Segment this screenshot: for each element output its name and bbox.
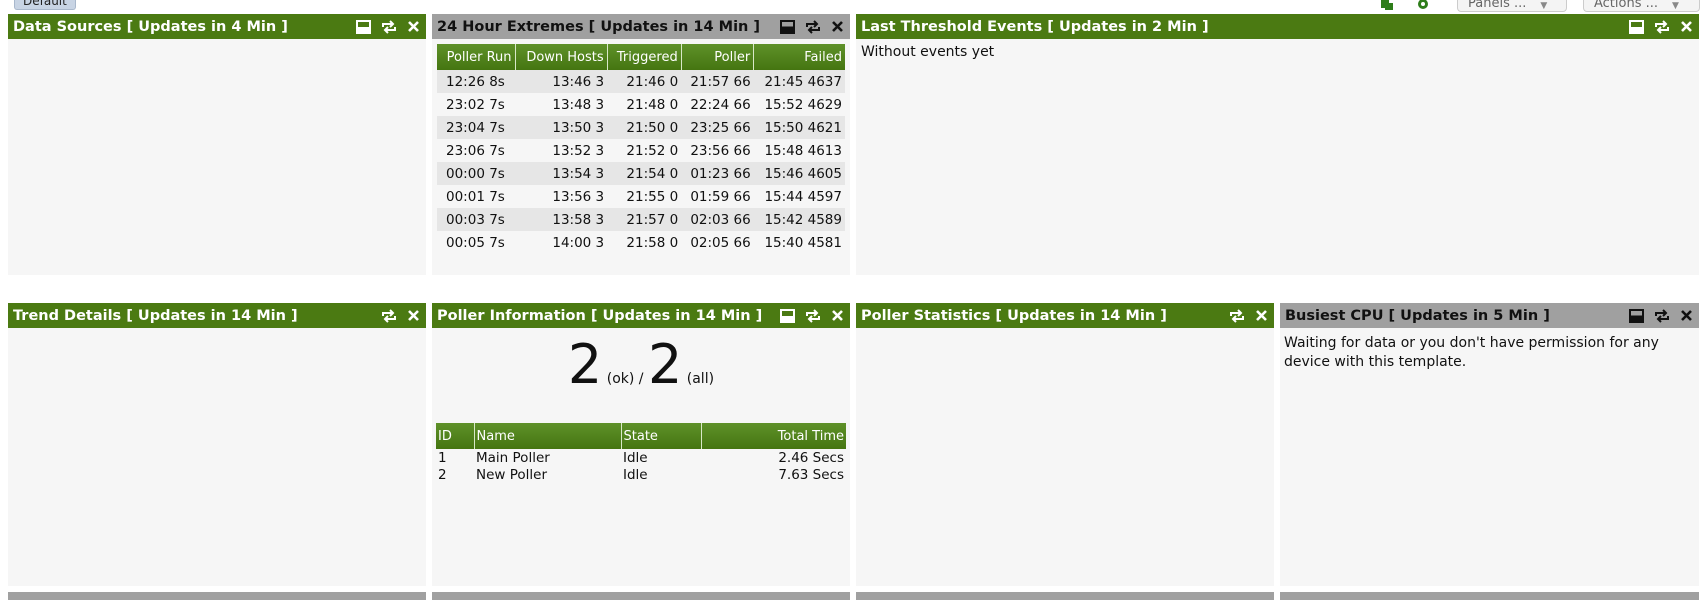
table-row: 12:26 8s 13:46 3 21:46 0 21:57 66 21:45 4637	[437, 70, 845, 93]
refresh-icon[interactable]	[380, 308, 398, 323]
panel-header: 24 Hour Extremes [ Updates in 14 Min ]	[432, 14, 850, 39]
column-header[interactable]: Poller	[681, 44, 755, 70]
panel-header: Poller Statistics [ Updates in 14 Min ]	[856, 303, 1274, 328]
table-row: 2 New Poller Idle 7.63 Secs	[438, 466, 844, 483]
panel-header	[8, 592, 426, 600]
panel-header: Last Threshold Events [ Updates in 2 Min…	[856, 14, 1699, 39]
panel-busiest-cpu: Busiest CPU [ Updates in 5 Min ] Waiting…	[1280, 303, 1699, 586]
panel-row3-4	[1280, 592, 1699, 600]
panel-last-threshold-events: Last Threshold Events [ Updates in 2 Min…	[856, 14, 1699, 275]
column-header[interactable]: State	[621, 423, 702, 449]
panel-title: Trend Details [ Updates in 14 Min ]	[13, 307, 298, 324]
poller-table: ID Name State Total Time 1 Main Poller Idl…	[436, 423, 846, 483]
table-row: 00:03 7s 13:58 3 21:57 0 02:03 66 15:42 4589	[437, 208, 845, 231]
panel-24-hour-extremes: 24 Hour Extremes [ Updates in 14 Min ] P…	[432, 14, 850, 275]
minimize-icon[interactable]	[356, 19, 371, 34]
close-icon[interactable]	[407, 20, 420, 33]
minimize-icon[interactable]	[1629, 308, 1644, 323]
refresh-icon[interactable]	[1653, 308, 1671, 323]
busiest-cpu-message: Waiting for data or you don't have permi…	[1284, 335, 1659, 370]
actions-select[interactable]: Actions ... ▼	[1583, 0, 1700, 12]
panel-row3-2	[432, 592, 850, 600]
panel-title: Poller Information [ Updates in 14 Min ]	[437, 307, 763, 324]
panel-data-sources: Data Sources [ Updates in 4 Min ]	[8, 14, 426, 275]
column-header[interactable]: Poller Run	[437, 44, 516, 70]
table-row: 23:02 7s 13:48 3 21:48 0 22:24 66 15:52 4629	[446, 96, 842, 113]
refresh-icon[interactable]	[380, 19, 398, 34]
table-row: 23:04 7s 13:50 3 21:50 0 23:25 66 15:50 4621	[437, 116, 845, 139]
column-header[interactable]: Down Hosts	[515, 44, 608, 70]
gear-icon[interactable]	[1415, 0, 1431, 10]
table-row: 23:06 7s 13:52 3 21:52 0 23:56 66 15:48 4613	[446, 142, 842, 159]
close-icon[interactable]	[1680, 20, 1693, 33]
table-row: 00:01 7s 13:56 3 21:55 0 01:59 66 15:44 4597	[446, 188, 842, 205]
threshold-message: Without events yet	[861, 44, 995, 60]
column-header[interactable]: Triggered	[607, 44, 682, 70]
panel-trend-details: Trend Details [ Updates in 14 Min ]	[8, 303, 426, 586]
panel-row3-3	[856, 592, 1274, 600]
panel-row3-1	[8, 592, 426, 600]
panel-header	[856, 592, 1274, 600]
close-icon[interactable]	[1255, 309, 1268, 322]
refresh-icon[interactable]	[804, 308, 822, 323]
panel-title: Poller Statistics [ Updates in 14 Min ]	[861, 307, 1167, 324]
panel-header	[432, 592, 850, 600]
all-count: 2	[647, 333, 683, 396]
column-header[interactable]: Name	[474, 423, 622, 449]
top-toolbar: Panels ... ▼ Actions ... ▼	[1369, 0, 1700, 12]
chevron-down-icon: ▼	[1672, 1, 1679, 11]
poller-summary: 2 (ok) / 2 (all)	[436, 328, 846, 406]
panel-poller-information: Poller Information [ Updates in 14 Min ]…	[432, 303, 850, 586]
table-row: 00:05 7s 14:00 3 21:58 0 02:05 66 15:40 4581	[446, 234, 842, 251]
ok-label: (ok) /	[606, 371, 644, 387]
all-label: (all)	[686, 371, 715, 387]
panel-title: 24 Hour Extremes [ Updates in 14 Min ]	[437, 18, 761, 35]
panels-select[interactable]: Panels ... ▼	[1457, 0, 1567, 12]
copy-icon[interactable]	[1379, 0, 1395, 10]
column-header[interactable]: ID	[436, 423, 475, 449]
panel-title: Last Threshold Events [ Updates in 2 Min…	[861, 18, 1209, 35]
minimize-icon[interactable]	[780, 308, 795, 323]
column-header[interactable]: Total Time	[701, 423, 846, 449]
ok-count: 2	[567, 333, 603, 396]
close-icon[interactable]	[1680, 309, 1693, 322]
refresh-icon[interactable]	[1228, 308, 1246, 323]
close-icon[interactable]	[407, 309, 420, 322]
table-row: 00:00 7s 13:54 3 21:54 0 01:23 66 15:46 4605	[437, 162, 845, 185]
panel-header: Busiest CPU [ Updates in 5 Min ]	[1280, 303, 1699, 328]
panel-poller-statistics: Poller Statistics [ Updates in 14 Min ]	[856, 303, 1274, 586]
panel-header: Poller Information [ Updates in 14 Min ]	[432, 303, 850, 328]
panel-header: Data Sources [ Updates in 4 Min ]	[8, 14, 426, 39]
minimize-icon[interactable]	[1629, 19, 1644, 34]
chevron-down-icon: ▼	[1540, 1, 1548, 11]
minimize-icon[interactable]	[780, 19, 795, 34]
panel-header: Trend Details [ Updates in 14 Min ]	[8, 303, 426, 328]
column-header[interactable]: Failed	[753, 44, 845, 70]
refresh-icon[interactable]	[1653, 19, 1671, 34]
table-row: 1 Main Poller Idle 2.46 Secs	[438, 449, 844, 466]
panel-title: Busiest CPU [ Updates in 5 Min ]	[1285, 307, 1550, 324]
close-icon[interactable]	[831, 20, 844, 33]
close-icon[interactable]	[831, 309, 844, 322]
dashboard-tab-default[interactable]: Default	[14, 0, 76, 10]
extremes-table: Poller Run Down Hosts Triggered Poller F…	[437, 44, 845, 254]
refresh-icon[interactable]	[804, 19, 822, 34]
panel-title: Data Sources [ Updates in 4 Min ]	[13, 18, 288, 35]
panel-header	[1280, 592, 1699, 600]
